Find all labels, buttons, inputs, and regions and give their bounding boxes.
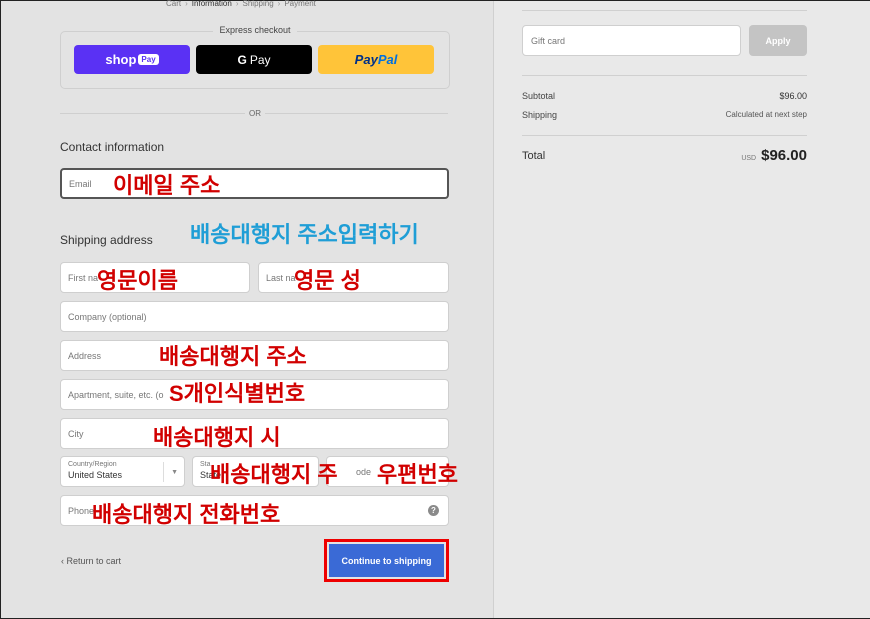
total-value: $96.00: [761, 147, 807, 164]
summary-divider: [522, 135, 807, 136]
chevron-left-icon: ‹: [61, 556, 64, 566]
or-text: OR: [245, 109, 265, 118]
shipping-heading: Shipping address: [60, 233, 153, 247]
breadcrumb-information: Information: [191, 0, 232, 8]
zip-placeholder: ode: [356, 466, 372, 477]
apartment-placeholder: Apartment, suite, etc. (o: [68, 389, 164, 400]
shipping-value: Calculated at next step: [725, 110, 807, 119]
annotation-zip: 우편번호: [377, 462, 458, 487]
return-to-cart-link[interactable]: ‹ Return to cart: [61, 556, 121, 566]
shop-pay-button[interactable]: shop Pay: [74, 45, 190, 74]
subtotal-value: $96.00: [779, 91, 807, 101]
total-currency: USD: [741, 155, 757, 162]
continue-to-shipping-button[interactable]: Continue to shipping: [329, 544, 444, 577]
annotation-state: 배송대행지 주: [210, 462, 338, 487]
chevron-right-icon: ›: [235, 0, 239, 8]
gift-card-input[interactable]: Gift card: [522, 25, 741, 56]
email-placeholder: Email: [69, 178, 92, 189]
google-pay-button[interactable]: G Pay: [196, 45, 312, 74]
return-label: Return to cart: [66, 556, 122, 566]
chevron-right-icon: ›: [277, 0, 281, 8]
country-value: United States: [68, 470, 123, 480]
total-row: Total USD $96.00: [522, 147, 807, 164]
country-select[interactable]: Country/Region United States ▼: [60, 456, 185, 487]
shipping-label: Shipping: [522, 110, 558, 120]
company-placeholder: Company (optional): [68, 311, 147, 322]
annotation-apartment: S개인식별번호: [169, 381, 306, 406]
annotation-address: 배송대행지 주소: [159, 344, 307, 369]
subtotal-row: Subtotal $96.00: [522, 91, 807, 101]
total-value-group: USD $96.00: [741, 147, 807, 164]
paypal-button[interactable]: Pay Pal: [318, 45, 434, 74]
shipping-row: Shipping Calculated at next step: [522, 110, 807, 120]
summary-divider: [522, 10, 807, 11]
first-name-placeholder: First na: [68, 272, 99, 283]
google-g-icon: G: [237, 52, 247, 67]
breadcrumb-shipping: Shipping: [242, 0, 274, 8]
help-icon[interactable]: ?: [428, 505, 439, 516]
express-checkout-title: Express checkout: [213, 25, 297, 35]
select-divider: [163, 462, 164, 482]
shop-pay-badge: Pay: [138, 54, 159, 65]
last-name-placeholder: Last na: [266, 272, 296, 283]
express-checkout-box: Express checkout shop Pay G Pay Pay Pal: [60, 25, 450, 89]
chevron-down-icon: ▼: [171, 469, 178, 476]
company-field[interactable]: Company (optional): [60, 301, 449, 332]
phone-placeholder: Phone: [68, 505, 95, 516]
breadcrumb-cart[interactable]: Cart: [166, 0, 181, 8]
paypal-logo-pal: Pal: [377, 52, 398, 67]
annotation-last-name: 영문 성: [294, 268, 361, 293]
city-placeholder: City: [68, 428, 84, 439]
order-summary-panel: Gift card Apply Subtotal $96.00 Shipping…: [493, 1, 870, 618]
annotation-phone: 배송대행지 전화번호: [92, 502, 281, 527]
paypal-logo-pay: Pay: [354, 52, 378, 67]
annotation-city: 배송대행지 시: [153, 425, 281, 450]
continue-highlight-box: Continue to shipping: [324, 539, 449, 582]
summary-divider: [522, 75, 807, 76]
address-placeholder: Address: [68, 350, 102, 361]
annotation-first-name: 영문이름: [97, 268, 178, 293]
google-pay-text: Pay: [249, 52, 271, 67]
shop-pay-text: shop: [105, 52, 137, 67]
breadcrumb-payment: Payment: [284, 0, 316, 8]
contact-heading: Contact information: [60, 140, 165, 154]
annotation-email: 이메일 주소: [113, 173, 221, 198]
gift-card-placeholder: Gift card: [531, 35, 566, 46]
chevron-right-icon: ›: [185, 0, 188, 8]
apply-button[interactable]: Apply: [749, 25, 807, 56]
checkout-form-panel: Cart › Information › Shipping › Payment Expres…: [1, 0, 493, 618]
subtotal-label: Subtotal: [522, 91, 556, 101]
total-label: Total: [522, 150, 546, 162]
breadcrumb: Cart › Information › Shipping › Payment: [166, 0, 316, 8]
annotation-shipping-heading: 배송대행지 주소입력하기: [190, 222, 419, 247]
country-label: Country/Region: [68, 461, 117, 468]
